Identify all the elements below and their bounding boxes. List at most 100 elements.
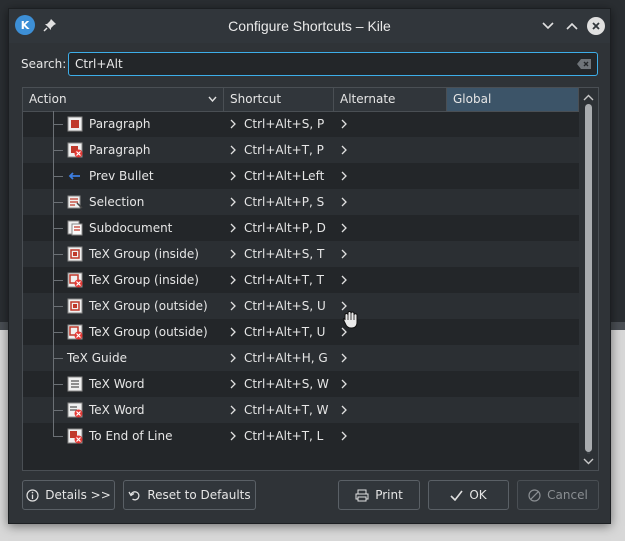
action-label: TeX Group (inside) <box>89 273 199 287</box>
chevron-right-icon[interactable] <box>230 379 236 389</box>
column-action[interactable]: Action <box>23 88 224 111</box>
clear-text-icon[interactable] <box>576 58 592 70</box>
table-row[interactable]: Subdocument Ctrl+Alt+P, D <box>23 215 579 241</box>
action-label: Paragraph <box>89 117 151 131</box>
chevron-right-icon[interactable] <box>341 353 347 363</box>
chevron-right-icon[interactable] <box>341 249 347 259</box>
scrollbar-thumb[interactable] <box>585 104 592 452</box>
chevron-right-icon[interactable] <box>341 405 347 415</box>
table-row[interactable]: Paragraph Ctrl+Alt+T, P <box>23 137 579 163</box>
shortcut-value[interactable]: Ctrl+Alt+T, W <box>244 403 329 417</box>
shortcut-value[interactable]: Ctrl+Alt+T, T <box>244 273 324 287</box>
table-row[interactable]: TeX Word Ctrl+Alt+S, W <box>23 371 579 397</box>
chevron-right-icon[interactable] <box>230 327 236 337</box>
scroll-down-icon[interactable] <box>583 458 594 465</box>
sort-chevron-icon <box>208 96 217 102</box>
chevron-right-icon[interactable] <box>230 249 236 259</box>
shortcut-value[interactable]: Ctrl+Alt+S, T <box>244 247 324 261</box>
details-button[interactable]: Details >> <box>22 480 115 510</box>
table-row[interactable]: TeX Group (inside) Ctrl+Alt+T, T <box>23 267 579 293</box>
table-row[interactable]: Prev Bullet Ctrl+Alt+Left <box>23 163 579 189</box>
close-button[interactable] <box>587 17 605 35</box>
chevron-right-icon[interactable] <box>230 301 236 311</box>
chevron-right-icon[interactable] <box>341 197 347 207</box>
column-shortcut-label: Shortcut <box>230 92 282 106</box>
tree-branch-line <box>53 254 63 255</box>
chevron-right-icon[interactable] <box>341 379 347 389</box>
chevron-right-icon[interactable] <box>341 275 347 285</box>
table-row[interactable]: TeX Group (outside) Ctrl+Alt+T, U <box>23 319 579 345</box>
cancel-button[interactable]: Cancel <box>517 480 599 510</box>
reset-to-defaults-button[interactable]: Reset to Defaults <box>123 480 256 510</box>
close-icon <box>587 17 605 35</box>
chevron-right-icon[interactable] <box>230 275 236 285</box>
shortcut-value[interactable]: Ctrl+Alt+P, S <box>244 195 324 209</box>
chevron-right-icon[interactable] <box>230 171 236 181</box>
configure-shortcuts-dialog: K Configure Shortcuts – Kile Search: Act <box>8 8 611 524</box>
chevron-right-icon[interactable] <box>341 431 347 441</box>
print-button[interactable]: Print <box>338 480 420 510</box>
shortcut-value[interactable]: Ctrl+Alt+S, W <box>244 377 329 391</box>
shortcut-value[interactable]: Ctrl+Alt+P, D <box>244 221 326 235</box>
maximize-button[interactable] <box>563 17 581 35</box>
action-label: TeX Word <box>89 377 145 391</box>
table-row[interactable]: TeX Group (outside) Ctrl+Alt+S, U <box>23 293 579 319</box>
shortcut-value[interactable]: Ctrl+Alt+T, L <box>244 429 323 443</box>
action-label: TeX Word <box>89 403 145 417</box>
chevron-right-icon[interactable] <box>230 353 236 363</box>
texgroup-delete-icon <box>67 324 83 340</box>
endofline-delete-icon <box>67 428 83 444</box>
table-row[interactable]: TeX Guide Ctrl+Alt+H, G <box>23 345 579 371</box>
chevron-down-icon <box>542 22 554 30</box>
printer-icon <box>355 489 369 501</box>
chevron-right-icon[interactable] <box>341 145 347 155</box>
tree-branch-line <box>53 176 63 177</box>
action-label: Paragraph <box>89 143 151 157</box>
search-input[interactable] <box>75 56 565 72</box>
chevron-right-icon[interactable] <box>230 223 236 233</box>
chevron-right-icon[interactable] <box>341 223 347 233</box>
tree-branch-line <box>53 306 63 307</box>
column-action-label: Action <box>29 92 67 106</box>
action-label: To End of Line <box>89 429 173 443</box>
tree-guide-line <box>53 423 54 437</box>
scroll-up-icon[interactable] <box>583 94 594 101</box>
chevron-right-icon[interactable] <box>341 119 347 129</box>
shortcut-value[interactable]: Ctrl+Alt+Left <box>244 169 324 183</box>
chevron-right-icon[interactable] <box>230 119 236 129</box>
minimize-button[interactable] <box>539 17 557 35</box>
shortcut-value[interactable]: Ctrl+Alt+T, U <box>244 325 325 339</box>
table-row[interactable]: Selection Ctrl+Alt+P, S <box>23 189 579 215</box>
table-row[interactable]: Paragraph Ctrl+Alt+S, P <box>23 111 579 137</box>
search-field[interactable] <box>68 52 598 76</box>
paragraph-icon <box>67 116 83 132</box>
shortcut-value[interactable]: Ctrl+Alt+S, P <box>244 117 324 131</box>
table-row[interactable]: TeX Word Ctrl+Alt+T, W <box>23 397 579 423</box>
tree-branch-line <box>53 150 63 151</box>
column-shortcut[interactable]: Shortcut <box>224 88 334 111</box>
print-label: Print <box>375 488 403 502</box>
chevron-right-icon[interactable] <box>341 171 347 181</box>
shortcut-value[interactable]: Ctrl+Alt+S, U <box>244 299 326 313</box>
ok-button[interactable]: OK <box>428 480 509 510</box>
checkmark-icon <box>450 490 463 501</box>
table-row[interactable]: TeX Group (inside) Ctrl+Alt+S, T <box>23 241 579 267</box>
shortcut-value[interactable]: Ctrl+Alt+H, G <box>244 351 328 365</box>
shortcut-value[interactable]: Ctrl+Alt+T, P <box>244 143 324 157</box>
chevron-right-icon[interactable] <box>230 145 236 155</box>
tree-branch-line <box>53 124 63 125</box>
column-alternate[interactable]: Alternate <box>334 88 447 111</box>
tree-branch-line <box>53 358 63 359</box>
shortcuts-tree[interactable]: Action Shortcut Alternate Global Paragra… <box>22 87 599 471</box>
chevron-right-icon[interactable] <box>230 197 236 207</box>
vertical-scrollbar[interactable] <box>579 88 598 470</box>
ok-label: OK <box>469 488 487 502</box>
chevron-right-icon[interactable] <box>230 405 236 415</box>
tree-branch-line <box>53 332 63 333</box>
word-icon <box>67 376 83 392</box>
table-row[interactable]: To End of Line Ctrl+Alt+T, L <box>23 423 579 449</box>
arrow-left-icon <box>68 172 80 180</box>
column-global[interactable]: Global <box>447 88 579 111</box>
column-global-label: Global <box>453 92 492 106</box>
chevron-right-icon[interactable] <box>230 431 236 441</box>
